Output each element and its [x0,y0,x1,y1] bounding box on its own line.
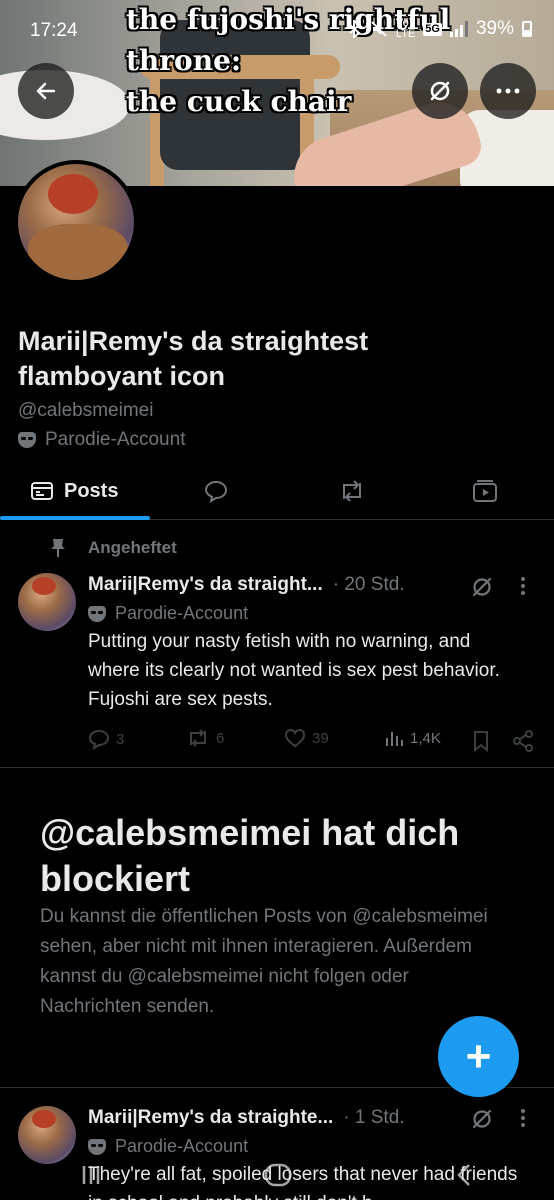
post-parody-label: Parodie-Account [88,603,248,624]
grok-icon[interactable] [470,575,494,599]
bluetooth-icon [349,20,361,38]
meme-caption-line-2: throne: [126,44,242,77]
posts-icon [31,482,53,500]
media-icon [473,480,497,502]
tab-posts-label: Posts [64,479,119,502]
like-count: 39 [312,729,329,747]
network-type-badge: 5G [423,22,442,36]
bookmark-icon[interactable] [472,730,490,752]
avatar-art [48,174,98,214]
parody-mask-icon [18,432,36,448]
heart-icon [284,728,306,748]
repost-count: 6 [216,729,225,747]
profile-avatar[interactable] [14,160,138,284]
signal-icon [449,21,468,37]
post-avatar[interactable] [18,573,76,631]
post-author-name[interactable]: Marii|Remy's da straight... [88,574,323,596]
pin-icon [51,539,65,557]
repost-icon [343,480,361,502]
parody-mask-icon [88,605,106,622]
tab-posts[interactable]: Posts [30,462,118,520]
like-button[interactable]: 39 [284,728,329,748]
profile-handle: @calebsmeimei [18,400,154,421]
parody-label-text: Parodie-Account [45,429,186,450]
reply-bubble-icon [204,480,228,504]
post-body[interactable]: Putting your nasty fetish with no warnin… [88,627,518,714]
battery-percent: 39% [475,18,514,39]
grok-icon[interactable] [470,1107,494,1131]
tab-media[interactable] [472,462,498,520]
post-actions: 3 6 39 1,4K [88,728,538,754]
reply-button[interactable]: 3 [88,728,124,750]
more-vertical-icon[interactable] [520,1108,526,1128]
repost-button[interactable]: 6 [186,728,224,748]
pinned-label-text: Angeheftet [88,538,177,557]
more-vertical-icon[interactable] [520,576,526,596]
post-header: Marii|Remy's da straighte... · 1 Std. [88,1107,405,1129]
divider [0,767,554,768]
analytics-icon [386,732,403,746]
avatar-art [28,224,128,280]
more-button[interactable] [480,63,536,119]
back-icon[interactable] [455,1163,473,1187]
share-icon[interactable] [512,730,534,752]
post-timestamp[interactable]: · 1 Std. [343,1107,404,1129]
post-timestamp[interactable]: · 20 Std. [333,574,405,596]
grok-icon [430,81,450,101]
arrow-left-icon [36,82,56,100]
battery-icon [522,21,532,37]
view-count: 1,4K [410,729,441,747]
repost-icon [190,729,206,747]
status-icons: Vo) LTE 5G 39% [348,18,532,40]
home-icon[interactable] [264,1163,292,1187]
system-nav-bar [0,1150,554,1200]
back-button[interactable] [18,63,74,119]
post-header: Marii|Remy's da straight... · 20 Std. [88,574,405,596]
reply-icon [88,729,110,750]
mute-icon [371,21,387,37]
parody-account-label: Parodie-Account [18,429,185,451]
recents-icon[interactable] [81,1164,101,1186]
more-horizontal-icon [496,88,520,94]
status-time: 17:24 [30,20,78,41]
grok-button[interactable] [412,63,468,119]
active-tab-indicator [0,516,150,520]
blocked-description: Du kannst die öffentlichen Posts von @ca… [40,906,488,1017]
blocked-title: @calebsmeimei hat dich blockiert [40,812,460,899]
meme-caption-line-3: the cuck chair [126,85,352,118]
tab-reposts[interactable] [338,462,366,520]
network-lte-label: LTE [395,28,416,40]
post-author-name[interactable]: Marii|Remy's da straighte... [88,1107,333,1129]
views-button[interactable]: 1,4K [384,728,441,748]
network-label: Vo) LTE [396,18,415,40]
profile-display-name: Marii|Remy's da straightest flamboyant i… [18,326,369,391]
compose-button[interactable]: + [438,1016,519,1097]
reply-count: 3 [116,730,125,748]
pinned-label: Angeheftet [50,538,177,558]
tab-replies[interactable] [203,462,229,520]
profile-tabs: Posts [0,462,554,520]
post-parody-text: Parodie-Account [115,603,249,623]
